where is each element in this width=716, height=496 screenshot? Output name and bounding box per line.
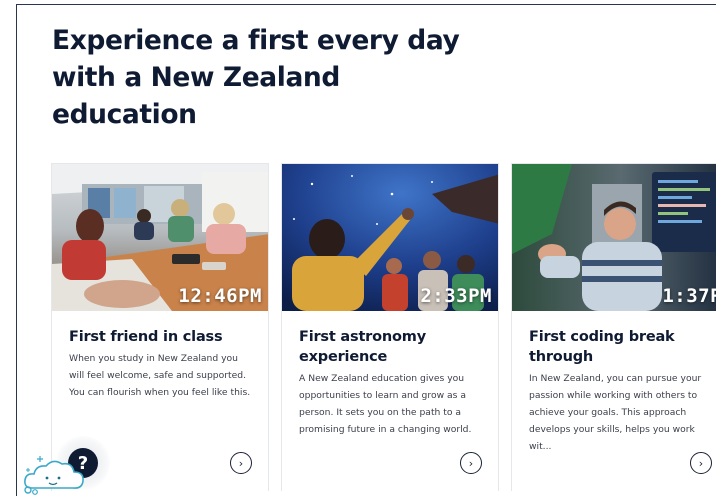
page-headline: Experience a first every day with a New … bbox=[52, 25, 460, 130]
frame-border-top bbox=[16, 4, 716, 5]
card-time: 2:33PM bbox=[420, 285, 492, 307]
chevron-right-icon[interactable]: › bbox=[230, 452, 252, 474]
frame-border-left bbox=[16, 4, 17, 496]
card-description: In New Zealand, you can pursue your pass… bbox=[529, 373, 702, 452]
story-card-astronomy[interactable]: 2:33PM First astronomy experience A New … bbox=[281, 163, 499, 491]
card-time: 1:37PM bbox=[662, 285, 716, 307]
page: Experience a first every day with a New … bbox=[0, 0, 716, 496]
card-image-classroom: 12:46PM bbox=[52, 164, 268, 311]
card-description: When you study in New Zealand you will f… bbox=[69, 353, 251, 398]
cloud-mascot-icon bbox=[24, 456, 84, 495]
chevron-right-icon[interactable]: › bbox=[460, 452, 482, 474]
card-title: First friend in class bbox=[69, 329, 223, 345]
story-card-coding[interactable]: 1:37PM First coding break through In New… bbox=[511, 163, 716, 491]
chevron-right-icon[interactable]: › bbox=[690, 452, 712, 474]
card-description: A New Zealand education gives you opport… bbox=[299, 373, 472, 435]
card-image-planetarium: 2:33PM bbox=[282, 164, 498, 311]
card-image-coding: 1:37PM bbox=[512, 164, 716, 311]
card-time: 12:46PM bbox=[178, 285, 262, 307]
card-title: First coding break through bbox=[529, 329, 675, 365]
card-title: First astronomy experience bbox=[299, 329, 426, 365]
